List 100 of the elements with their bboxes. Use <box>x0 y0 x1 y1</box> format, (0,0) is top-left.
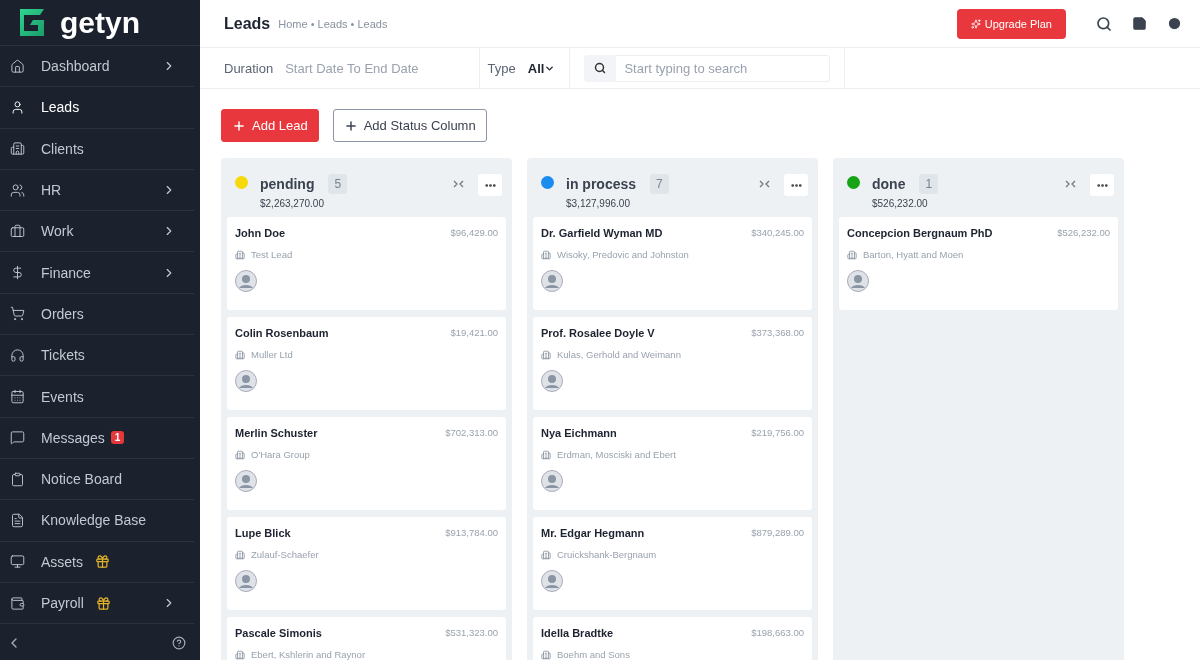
lead-name: Concepcion Bergnaum PhD <box>847 227 993 239</box>
company-name: Wisoky, Predovic and Johnston <box>557 249 689 260</box>
sidebar-item[interactable]: Orders <box>0 293 194 336</box>
search-field[interactable]: Start typing to search <box>616 54 831 82</box>
search-icon[interactable] <box>1096 15 1112 32</box>
breadcrumb: Home • Leads • Leads <box>278 17 389 30</box>
menu-icon <box>10 141 25 157</box>
lead-card[interactable]: Dr. Garfield Wyman MD $340,245.00 Wisoky, Predovic and Johnston <box>533 217 812 310</box>
menu-icon <box>10 595 25 611</box>
lead-card[interactable]: Prof. Rosalee Doyle V $373,368.00 Kulas, Gerhold and Weimann <box>533 317 812 410</box>
sidebar-item[interactable]: Leads <box>0 87 194 129</box>
search-icon[interactable] <box>584 54 617 82</box>
sidebar-item[interactable]: Clients <box>0 128 194 170</box>
menu-label: Tickets <box>41 347 85 364</box>
company-name: Boehm and Sons <box>557 649 630 660</box>
lead-name: Colin Rosenbaum <box>235 327 329 339</box>
lead-card[interactable]: Concepcion Bergnaum PhD $526,232.00 Barton, Hyatt and Moen <box>839 217 1118 310</box>
collapse-icon[interactable] <box>453 180 464 188</box>
building-icon <box>541 349 551 360</box>
building-icon <box>235 249 245 260</box>
brand-name: getyn <box>60 5 140 40</box>
sidebar-item[interactable]: Work <box>0 211 194 253</box>
building-icon <box>541 249 551 260</box>
collapse-icon[interactable] <box>759 180 770 188</box>
menu-icon <box>10 182 25 198</box>
company-name: Barton, Hyatt and Moen <box>863 249 964 260</box>
menu-label: Work <box>41 223 74 240</box>
menu-label: Clients <box>41 140 84 157</box>
lead-amount: $702,313.00 <box>445 427 498 439</box>
filter-label: Duration <box>224 60 274 76</box>
plus-icon <box>343 118 358 133</box>
sidebar-item[interactable]: Messages 1 <box>0 417 194 459</box>
sidebar-item[interactable]: Dashboard <box>0 46 194 88</box>
building-icon <box>541 649 551 660</box>
upgrade-button[interactable]: Upgrade Plan <box>956 8 1066 39</box>
building-icon <box>235 649 245 660</box>
column-total: $526,232.00 <box>872 198 929 209</box>
company-name: Cruickshank-Bergnaum <box>557 549 657 560</box>
add-column-button[interactable]: Add Status Column <box>332 109 487 142</box>
lead-card[interactable]: Mr. Edgar Hegmann $879,289.00 Cruickshank-Bergnaum <box>533 517 812 610</box>
lead-card[interactable]: Colin Rosenbaum $19,421.00 Muller Ltd <box>227 317 506 410</box>
menu-label: Dashboard <box>41 58 110 75</box>
sidebar-item[interactable]: Finance <box>0 252 194 294</box>
sidebar-item[interactable]: Payroll <box>0 582 194 625</box>
menu-icon <box>10 306 25 322</box>
company-name: Muller Ltd <box>251 349 293 360</box>
add-lead-button[interactable]: Add Lead <box>221 109 319 142</box>
menu-label: Knowledge Base <box>41 512 147 529</box>
lead-card[interactable]: Merlin Schuster $702,313.00 O'Hara Group <box>227 417 506 510</box>
lead-card[interactable]: Idella Bradtke $198,663.00 Boehm and Sons <box>533 617 812 660</box>
menu-label: Payroll <box>41 595 84 611</box>
menu-icon <box>10 58 25 74</box>
more-button[interactable] <box>478 174 502 196</box>
building-icon <box>847 249 857 260</box>
note-icon[interactable] <box>1132 16 1147 31</box>
sidebar-item[interactable]: Notice Board <box>0 458 194 501</box>
more-button[interactable] <box>784 174 808 196</box>
lead-amount: $373,368.00 <box>751 327 804 339</box>
building-icon <box>235 449 245 460</box>
count-badge: 5 <box>328 174 348 194</box>
menu-icon <box>10 554 25 570</box>
sidebar-item[interactable]: Assets <box>0 541 194 583</box>
lead-amount: $879,289.00 <box>751 527 804 539</box>
lead-name: Idella Bradtke <box>541 627 614 639</box>
help-icon[interactable] <box>172 636 186 650</box>
lead-card[interactable]: Pascale Simonis $531,323.00 Ebert, Kshlerin and Raynor <box>227 617 506 660</box>
sidebar-item[interactable]: Tickets <box>0 335 194 377</box>
lead-card[interactable]: Nya Eichmann $219,756.00 Erdman, Mosciski and Ebert <box>533 417 812 510</box>
sidebar-item[interactable]: HR <box>0 169 194 212</box>
building-icon <box>235 549 245 560</box>
menu-icon <box>10 223 25 239</box>
column-title: in process <box>566 176 637 192</box>
plus-icon <box>232 118 246 133</box>
lead-amount: $531,323.00 <box>445 627 498 639</box>
sidebar-item[interactable]: Knowledge Base <box>0 500 194 542</box>
lead-amount: $526,232.00 <box>1057 227 1110 239</box>
company-name: Kulas, Gerhold and Weimann <box>557 349 681 360</box>
lead-card[interactable]: John Doe $96,429.00 Test Lead <box>227 217 506 310</box>
more-button[interactable] <box>1090 174 1114 196</box>
lead-name: Dr. Garfield Wyman MD <box>541 227 663 239</box>
collapse-icon[interactable] <box>1065 180 1076 188</box>
column-total: $3,127,996.00 <box>566 198 631 209</box>
building-icon <box>235 349 245 360</box>
lead-name: Merlin Schuster <box>235 427 318 439</box>
menu-label: Messages <box>41 429 105 446</box>
count-badge: 1 <box>110 431 125 445</box>
building-icon <box>541 549 551 560</box>
menu-icon <box>10 512 25 528</box>
menu-label: HR <box>41 182 62 199</box>
sidebar-item[interactable]: Events <box>0 376 194 418</box>
type-dropdown[interactable]: All <box>527 60 556 76</box>
menu-icon <box>10 99 25 115</box>
lead-amount: $340,245.00 <box>751 227 804 239</box>
count-badge: 1 <box>919 174 939 194</box>
company-name: Test Lead <box>251 249 293 260</box>
lead-card[interactable]: Lupe Blick $913,784.00 Zulauf-Schaefer <box>227 517 506 610</box>
company-name: Erdman, Mosciski and Ebert <box>557 449 676 460</box>
lead-amount: $219,756.00 <box>751 427 804 439</box>
lead-name: Pascale Simonis <box>235 627 322 639</box>
lead-name: Mr. Edgar Hegmann <box>541 527 645 539</box>
